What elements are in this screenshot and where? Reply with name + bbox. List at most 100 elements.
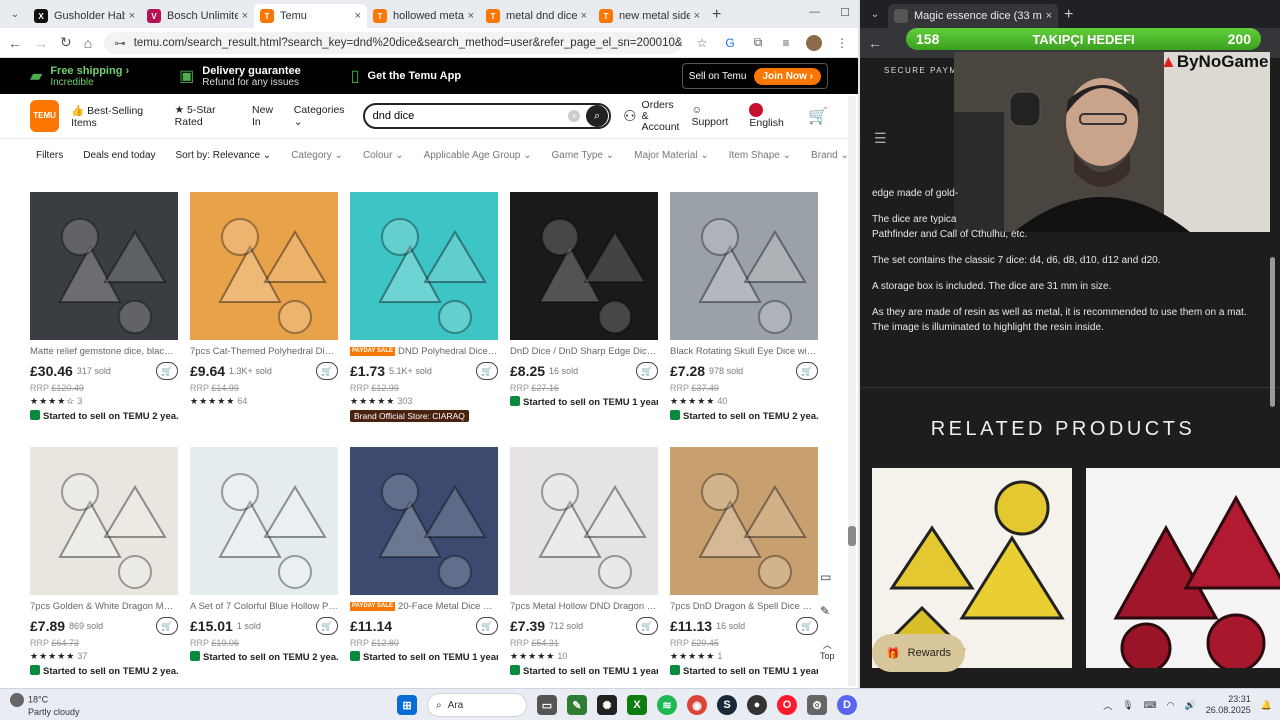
support-link[interactable]: ☺ Support [691,104,737,128]
brand-store-badge[interactable]: Brand Official Store: CIARAQ [350,410,469,422]
notification-icon[interactable]: 🔔 [1261,700,1272,711]
sell-on-temu-box[interactable]: Sell on Temu Join Now › [681,63,828,89]
get-app-promo[interactable]: ▯ Get the Temu App [351,66,461,86]
url-field[interactable]: ⊶ temu.com/search_result.html?search_key… [104,31,682,54]
tab-3[interactable]: T Temu × [254,4,367,28]
add-to-cart-icon[interactable]: 🛒 [316,617,338,635]
weather-widget[interactable]: 18°C Partly cloudy [10,693,80,718]
reading-list-icon[interactable]: ≡ [778,35,794,51]
tab-1[interactable]: X Gusholder Haber B × [28,4,141,28]
right-scrollbar[interactable] [1270,82,1278,684]
hamburger-menu-icon[interactable]: ☰ [874,130,887,147]
add-to-cart-icon[interactable]: 🛒 [156,362,178,380]
tab-close-icon[interactable]: × [242,10,248,22]
feedback-icon[interactable]: ✎ [820,604,835,618]
tab-close-icon[interactable]: × [468,10,474,22]
right-back-icon[interactable]: ← [868,35,882,51]
right-tab-active[interactable]: Magic essence dice (33 mm) dr × [888,4,1058,28]
categories-menu[interactable]: Categories ⌄ [294,104,351,128]
filter-chip[interactable]: Major Material ⌄ [628,145,715,166]
filter-chip[interactable]: Sort by: Relevance ⌄ [170,145,278,166]
chat-icon[interactable]: ▭ [820,570,835,584]
tab-6[interactable]: Tnew metal sided d × [593,4,706,28]
right-new-tab-button[interactable]: + [1064,6,1073,24]
add-to-cart-icon[interactable]: 🛒 [316,362,338,380]
forward-icon[interactable]: → [34,35,48,51]
xbox-icon[interactable]: X [627,695,647,715]
tab-close-icon[interactable]: × [694,10,700,22]
menu-icon[interactable]: ⋮ [834,35,850,51]
opera-icon[interactable]: O [777,695,797,715]
product-title[interactable]: PAYDAY SALE20-Face Metal Dice Set for D.… [350,601,498,612]
notepad-icon[interactable]: ✎ [567,695,587,715]
task-view-icon[interactable]: ▭ [537,695,557,715]
product-title[interactable]: Black Rotating Skull Eye Dice with Gif..… [670,346,818,357]
filter-chip[interactable]: Filters [30,145,69,166]
add-to-cart-icon[interactable]: 🛒 [796,617,818,635]
product-image[interactable] [30,192,178,340]
reload-icon[interactable]: ↻ [60,34,72,51]
discord-icon[interactable]: D [837,695,857,715]
related-product-2[interactable] [1086,468,1280,668]
product-image[interactable] [510,192,658,340]
minimize-icon[interactable]: — [809,6,820,19]
tab-close-icon[interactable]: × [355,10,361,22]
tray-arrow-icon[interactable]: ︿ [1103,699,1112,712]
product-title[interactable]: 7pcs Cat-Themed Polyhedral Dice Se... [190,346,338,357]
filter-chip[interactable]: Game Type ⌄ [545,145,620,166]
add-to-cart-icon[interactable]: 🛒 [476,617,498,635]
obs-icon[interactable]: ● [747,695,767,715]
product-card[interactable]: PAYDAY SALEDND Polyhedral Dice Set for .… [350,192,498,447]
product-card[interactable]: PAYDAY SALE20-Face Metal Dice Set for D.… [350,447,498,688]
join-now-button[interactable]: Join Now › [754,67,821,85]
volume-icon[interactable]: 🔊 [1185,700,1196,711]
back-to-top-button[interactable]: ︿ Top [820,638,835,661]
new-tab-button[interactable]: + [712,6,721,24]
orders-account-link[interactable]: ⚇ Orders & Account [623,99,679,133]
product-title[interactable]: PAYDAY SALEDND Polyhedral Dice Set for .… [350,346,498,357]
tab-search-icon[interactable]: ⌄ [4,3,26,25]
product-card[interactable]: DnD Dice / DnD Sharp Edge Dice Set... £8… [510,192,658,447]
right-scrollbar-thumb[interactable] [1270,257,1275,407]
best-selling-link[interactable]: 👍 Best-Selling Items [71,104,163,129]
add-to-cart-icon[interactable]: 🛒 [156,617,178,635]
product-image[interactable] [350,192,498,340]
product-title[interactable]: 7pcs Golden & White Dragon Metal ... [30,601,178,612]
right-tab-close-icon[interactable]: × [1046,10,1052,22]
product-card[interactable]: 7pcs DnD Dragon & Spell Dice Set - ... £… [670,447,818,688]
filter-chip[interactable]: Category ⌄ [285,145,349,166]
temu-logo[interactable]: TEMU [30,100,60,132]
product-card[interactable]: Black Rotating Skull Eye Dice with Gif..… [670,192,818,447]
settings-icon[interactable]: ⚙ [807,695,827,715]
product-image[interactable] [190,192,338,340]
profile-avatar[interactable] [806,34,822,51]
product-card[interactable]: 7pcs Metal Hollow DND Dragon Poly... £7.… [510,447,658,688]
add-to-cart-icon[interactable]: 🛒 [636,362,658,380]
tab-4[interactable]: Thollowed metallic × [367,4,480,28]
add-to-cart-icon[interactable]: 🛒 [476,362,498,380]
add-to-cart-icon[interactable]: 🛒 [636,617,658,635]
language-selector[interactable]: English [749,103,796,129]
star-icon[interactable]: ☆ [694,35,710,51]
tab-close-icon[interactable]: × [129,10,135,22]
product-image[interactable] [190,447,338,595]
product-title[interactable]: 7pcs Metal Hollow DND Dragon Poly... [510,601,658,612]
back-icon[interactable]: ← [8,35,22,51]
filter-chip[interactable]: Deals end today [77,145,161,166]
right-tab-search-icon[interactable]: ⌄ [864,3,886,25]
spotify-icon[interactable]: ≋ [657,695,677,715]
wifi-icon[interactable]: ◠ [1167,700,1175,711]
lang-icon[interactable]: ⌨ [1144,700,1157,711]
site-info-icon[interactable]: ⊶ [114,36,126,50]
cart-icon[interactable]: 🛒 [808,106,828,126]
tab-2[interactable]: V Bosch Unlimited. U × [141,4,254,28]
product-title[interactable]: 7pcs DnD Dragon & Spell Dice Set - ... [670,601,818,612]
clock[interactable]: 23:31 26.08.2025 [1206,694,1251,716]
tab-5[interactable]: Tmetal dnd dice d × [480,4,593,28]
delivery-guarantee-promo[interactable]: ▣ Delivery guarantee Refund for any issue… [179,65,301,88]
translate-icon[interactable]: G [722,35,738,51]
steam-icon[interactable]: S [717,695,737,715]
new-in-link[interactable]: New In [252,104,282,128]
add-to-cart-icon[interactable]: 🛒 [796,362,818,380]
search-button[interactable]: ⌕ [586,105,609,127]
